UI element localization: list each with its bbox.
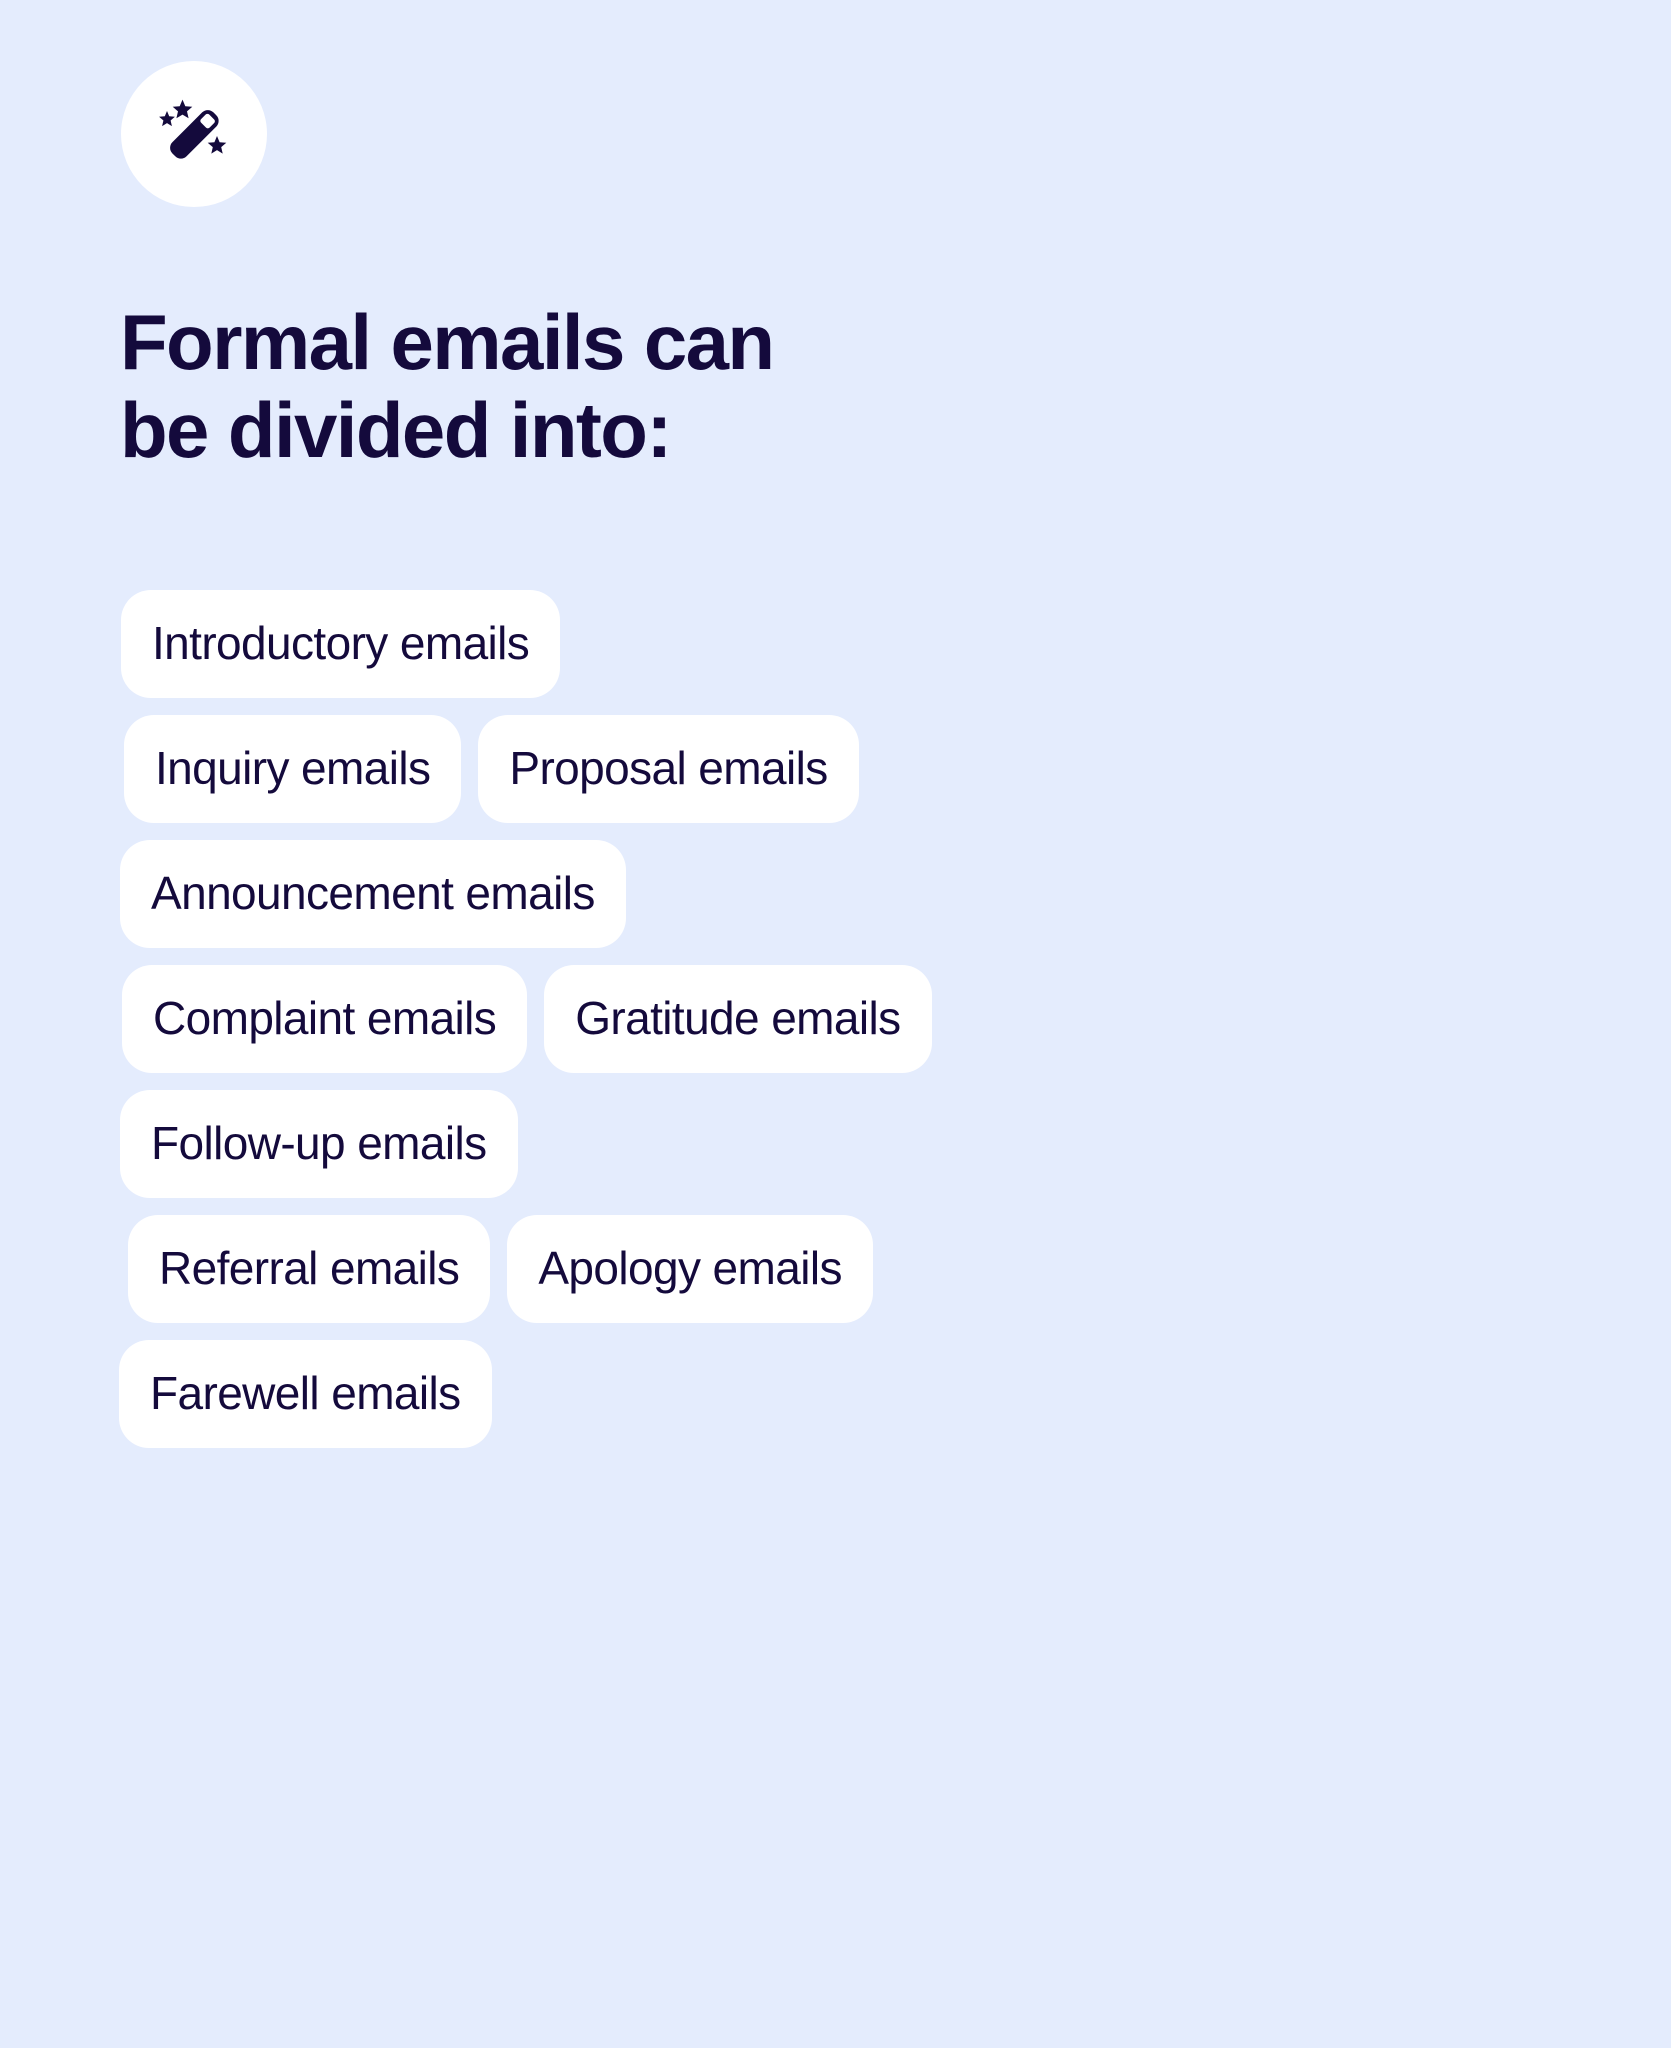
chip-introductory-emails[interactable]: Introductory emails [121, 590, 561, 698]
chip-follow-up-emails[interactable]: Follow-up emails [120, 1090, 518, 1198]
page-title: Formal emails can be divided into: [120, 298, 775, 474]
chip-row: Farewell emails [0, 1340, 1671, 1448]
chip-apology-emails[interactable]: Apology emails [507, 1215, 873, 1323]
chip-row: Referral emails Apology emails [0, 1215, 1671, 1323]
chip-gratitude-emails[interactable]: Gratitude emails [544, 965, 932, 1073]
magic-wand-badge [121, 61, 267, 207]
chip-farewell-emails[interactable]: Farewell emails [119, 1340, 492, 1448]
magic-wand-icon [151, 91, 237, 177]
chip-row: Complaint emails Gratitude emails [0, 965, 1671, 1073]
infographic-canvas: Formal emails can be divided into: Intro… [0, 0, 1671, 2048]
chip-row: Introductory emails [0, 590, 1671, 698]
chip-row: Follow-up emails [0, 1090, 1671, 1198]
chip-row: Announcement emails [0, 840, 1671, 948]
chip-announcement-emails[interactable]: Announcement emails [120, 840, 626, 948]
chip-row: Inquiry emails Proposal emails [0, 715, 1671, 823]
chip-referral-emails[interactable]: Referral emails [128, 1215, 491, 1323]
chip-proposal-emails[interactable]: Proposal emails [478, 715, 859, 823]
chip-inquiry-emails[interactable]: Inquiry emails [124, 715, 462, 823]
email-type-chip-list: Introductory emails Inquiry emails Propo… [0, 590, 1671, 1465]
chip-complaint-emails[interactable]: Complaint emails [122, 965, 528, 1073]
